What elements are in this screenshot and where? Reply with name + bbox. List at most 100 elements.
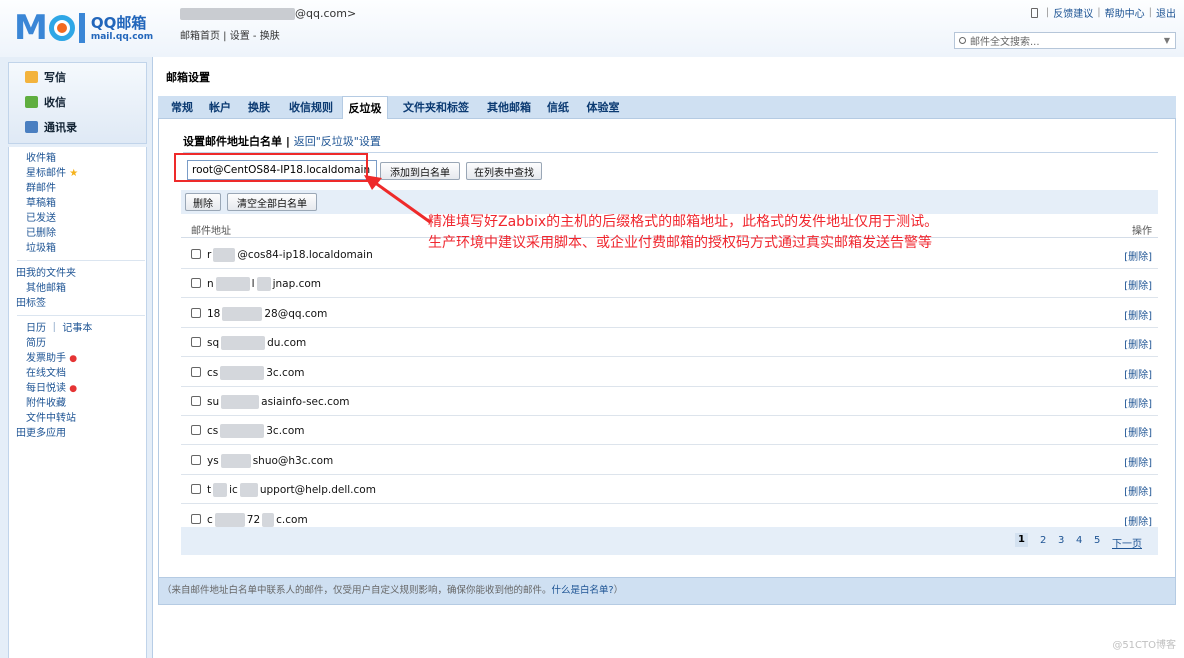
search-input[interactable]: 邮件全文搜索... ▼ — [954, 32, 1176, 49]
row-checkbox[interactable] — [191, 337, 201, 348]
logout-link[interactable]: 退出 — [1156, 5, 1176, 20]
sidebar-item-my-folders[interactable]: 田我的文件夹 — [16, 267, 76, 280]
red-dot-icon: ● — [69, 354, 78, 364]
email-part: asiainfo-sec.com — [261, 396, 350, 408]
tab-stationery[interactable]: 信纸 — [544, 96, 572, 119]
phone-icon[interactable] — [1030, 7, 1038, 18]
annotation-line-1: 精准填写好Zabbix的主机的后缀格式的邮箱地址，此格式的发件地址仅用于测试。 — [428, 214, 939, 230]
separator: | — [1148, 7, 1152, 18]
user-email-suffix: @qq.com> — [295, 7, 357, 20]
table-toolbar: 删除 清空全部白名单 — [181, 190, 1158, 214]
row-delete-link[interactable]: [删除] — [1124, 336, 1152, 351]
compose-label: 写信 — [44, 71, 66, 84]
row-delete-link[interactable]: [删除] — [1124, 483, 1152, 498]
footnote-text: （来自邮件地址白名单中联系人的邮件，仅受用户自定义规则影响，确保你能收到他的邮件… — [162, 585, 552, 596]
find-in-list-button[interactable]: 在列表中查找 — [466, 162, 542, 180]
row-delete-link[interactable]: [删除] — [1124, 307, 1152, 322]
sidebar-item-inbox[interactable]: 收件箱 — [26, 152, 56, 165]
page-title: 邮箱设置 — [166, 71, 210, 84]
contacts-card-icon — [25, 121, 38, 133]
sidebar-item-deleted[interactable]: 已删除 — [26, 227, 56, 240]
redacted-mask — [214, 512, 245, 527]
tab-account[interactable]: 帐户 — [206, 96, 234, 119]
redacted-mask — [239, 483, 258, 498]
tab-lab[interactable]: 体验室 — [582, 96, 624, 119]
tab-antispam[interactable]: 反垃圾 — [342, 96, 388, 120]
table-row: n l jnap.com [删除] — [181, 268, 1158, 299]
qq-mail-logo[interactable]: M QQ邮箱 mail.qq.com — [14, 6, 153, 46]
section-title-text: 设置邮件地址白名单 — [183, 135, 282, 148]
header-links[interactable]: 邮箱首页 | 设置 - 换肤 — [180, 27, 280, 42]
sidebar-item-ticket[interactable]: 发票助手 ● — [26, 352, 77, 366]
tab-folders-tags[interactable]: 文件夹和标签 — [396, 96, 476, 119]
compose-button[interactable]: 写信 — [25, 69, 66, 85]
tab-skin[interactable]: 换肤 — [245, 96, 273, 119]
row-delete-link[interactable]: [删除] — [1124, 277, 1152, 292]
tab-other-mailbox[interactable]: 其他邮箱 — [482, 96, 536, 119]
email-part: upport@help.dell.com — [259, 484, 376, 497]
what-is-whitelist-link[interactable]: 什么是白名单? — [552, 585, 614, 596]
redacted-mask — [213, 248, 236, 262]
row-checkbox[interactable] — [191, 307, 201, 318]
receive-label: 收信 — [44, 96, 66, 109]
sidebar-item-calendar[interactable]: 日历 ｜ 记事本 — [26, 322, 92, 335]
receive-button[interactable]: 收信 — [25, 94, 66, 110]
email-part: n — [207, 278, 214, 291]
redacted-mask — [215, 277, 250, 292]
row-checkbox[interactable] — [191, 249, 201, 259]
sidebar-item-attachments[interactable]: 附件收藏 — [26, 397, 66, 410]
chevron-down-icon[interactable]: ▼ — [1164, 36, 1170, 45]
row-delete-link[interactable]: [删除] — [1124, 248, 1152, 263]
help-link[interactable]: 帮助中心 — [1105, 5, 1145, 20]
page-5[interactable]: 5 — [1094, 535, 1100, 546]
row-delete-link[interactable]: [删除] — [1124, 454, 1152, 469]
sidebar-item-starred[interactable]: 星标邮件 ★ — [26, 167, 78, 180]
sidebar-item-transfer[interactable]: 文件中转站 — [26, 412, 76, 425]
email-part: 28@qq.com — [264, 307, 328, 320]
sidebar-item-trash[interactable]: 垃圾箱 — [26, 242, 56, 255]
feedback-link[interactable]: 反馈建议 — [1053, 5, 1093, 20]
sidebar-item-docs[interactable]: 在线文档 — [26, 367, 66, 380]
tab-rules[interactable]: 收信规则 — [284, 96, 338, 119]
row-checkbox[interactable] — [191, 425, 201, 436]
row-delete-link[interactable]: [删除] — [1124, 424, 1152, 439]
clear-whitelist-button[interactable]: 清空全部白名单 — [227, 193, 317, 211]
starred-label: 星标邮件 — [26, 168, 66, 179]
sidebar-item-tags[interactable]: 田标签 — [16, 297, 46, 310]
page-3[interactable]: 3 — [1058, 535, 1064, 546]
sidebar-item-more-apps[interactable]: 田更多应用 — [16, 427, 66, 440]
sidebar-item-daily[interactable]: 每日悦读 ● — [26, 382, 77, 396]
delete-button[interactable]: 删除 — [185, 193, 221, 211]
sidebar-item-group[interactable]: 群邮件 — [26, 182, 56, 195]
sidebar-item-other-mailbox[interactable]: 其他邮箱 — [26, 282, 66, 295]
back-to-antispam-link[interactable]: 返回"反垃圾"设置 — [294, 135, 381, 148]
row-delete-link[interactable]: [删除] — [1124, 366, 1152, 381]
watermark: @51CTO博客 — [1112, 640, 1176, 651]
sidebar-item-sent[interactable]: 已发送 — [26, 212, 56, 225]
row-checkbox[interactable] — [191, 454, 201, 465]
sidebar-item-resume[interactable]: 简历 — [26, 337, 46, 350]
redacted-mask — [220, 453, 251, 468]
page-1[interactable]: 1 — [1015, 533, 1028, 547]
row-delete-link[interactable]: [删除] — [1124, 395, 1152, 410]
tab-general[interactable]: 常规 — [168, 96, 196, 119]
row-checkbox[interactable] — [191, 396, 201, 406]
page-4[interactable]: 4 — [1076, 535, 1082, 546]
sidebar-item-drafts[interactable]: 草稿箱 — [26, 197, 56, 210]
annotation-text: 精准填写好Zabbix的主机的后缀格式的邮箱地址，此格式的发件地址仅用于测试。 … — [428, 212, 938, 254]
row-email-address: r @c os84-ip18.localdomain — [207, 248, 373, 262]
next-page-link[interactable]: 下一页 — [1112, 535, 1142, 550]
row-checkbox[interactable] — [191, 278, 201, 289]
row-delete-link[interactable]: [删除] — [1124, 513, 1152, 528]
row-checkbox[interactable] — [191, 513, 201, 524]
table-row: 18 28@qq.com [删除] — [181, 298, 1158, 328]
row-checkbox[interactable] — [191, 366, 201, 377]
redacted-mask — [220, 424, 265, 439]
row-checkbox[interactable] — [191, 484, 201, 495]
row-email-address: su asiainfo-sec.com — [207, 395, 350, 409]
separator: | — [285, 135, 290, 148]
table-row: cs 3c.com [删除] — [181, 357, 1158, 387]
email-part: shuo@h3c.com — [252, 454, 334, 467]
contacts-button[interactable]: 通讯录 — [25, 119, 77, 135]
page-2[interactable]: 2 — [1040, 535, 1046, 546]
